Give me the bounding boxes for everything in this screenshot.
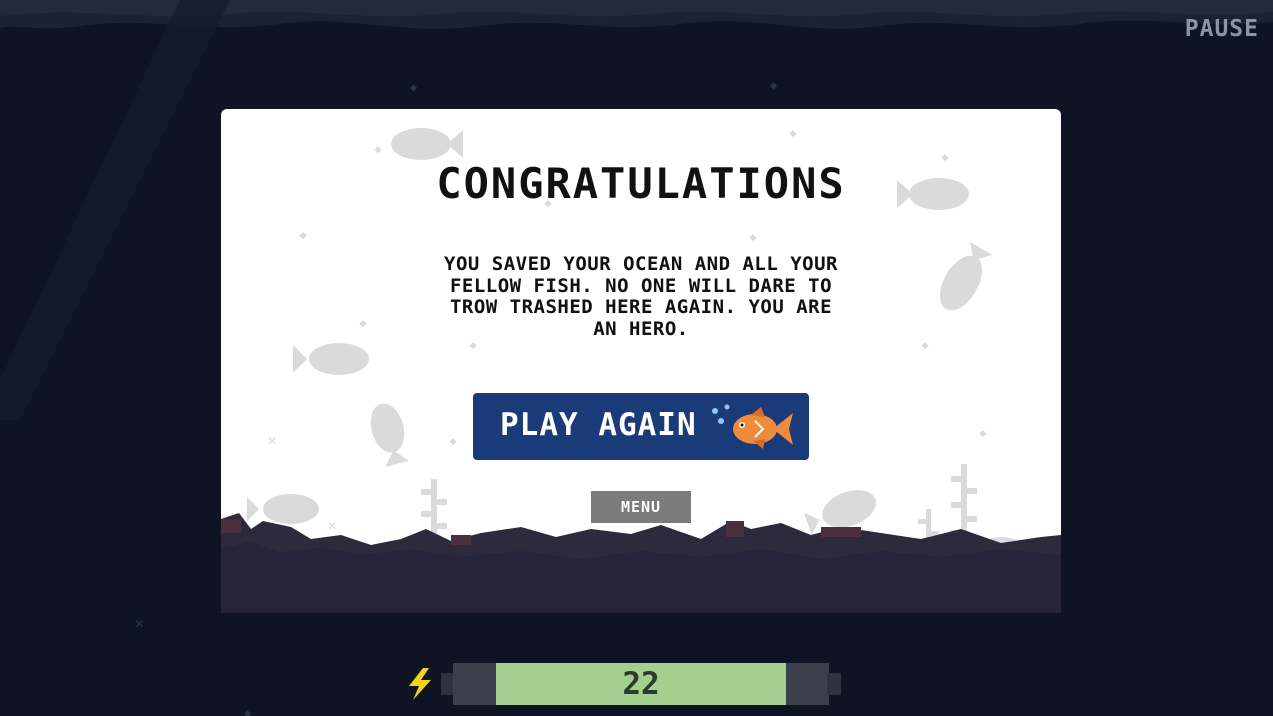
lightning-bolt-icon [409, 668, 431, 700]
dialog-message: YOU SAVED YOUR OCEAN AND ALL YOUR FELLOW… [444, 253, 838, 340]
congratulations-dialog: ✕ ✕ CONGRATULATIONS YOU SAVED YOUR OCEAN… [221, 109, 1061, 613]
goldfish-icon [712, 404, 793, 449]
bubble-sparkle-icon: ◆ [410, 80, 418, 94]
fish-silhouette-icon [939, 241, 993, 311]
svg-text:✕: ✕ [327, 519, 337, 533]
fish-silhouette-icon [247, 494, 319, 524]
bubble-cross-icon: ✕ [135, 614, 145, 632]
dialog-title: CONGRATULATIONS [436, 159, 846, 208]
bubble-sparkle-icon: ◆ [770, 78, 778, 92]
svg-text:✕: ✕ [267, 434, 277, 448]
pause-button[interactable]: PAUSE [1185, 16, 1259, 42]
menu-button[interactable]: MENU [591, 491, 691, 523]
fish-silhouette-icon [293, 343, 369, 375]
energy-value: 22 [622, 666, 660, 702]
game-screen: PAUSE ◆ ◆ ✕ ◆ ✕ ✕ CONGRATULATIONS YOU SA… [0, 0, 1273, 716]
play-again-label: PLAY AGAIN [500, 407, 697, 443]
fish-silhouette-icon [370, 403, 409, 467]
play-again-button[interactable]: PLAY AGAIN [473, 393, 809, 460]
fish-silhouette-icon [391, 128, 463, 160]
bubble-sparkle-icon: ◆ [244, 706, 252, 716]
